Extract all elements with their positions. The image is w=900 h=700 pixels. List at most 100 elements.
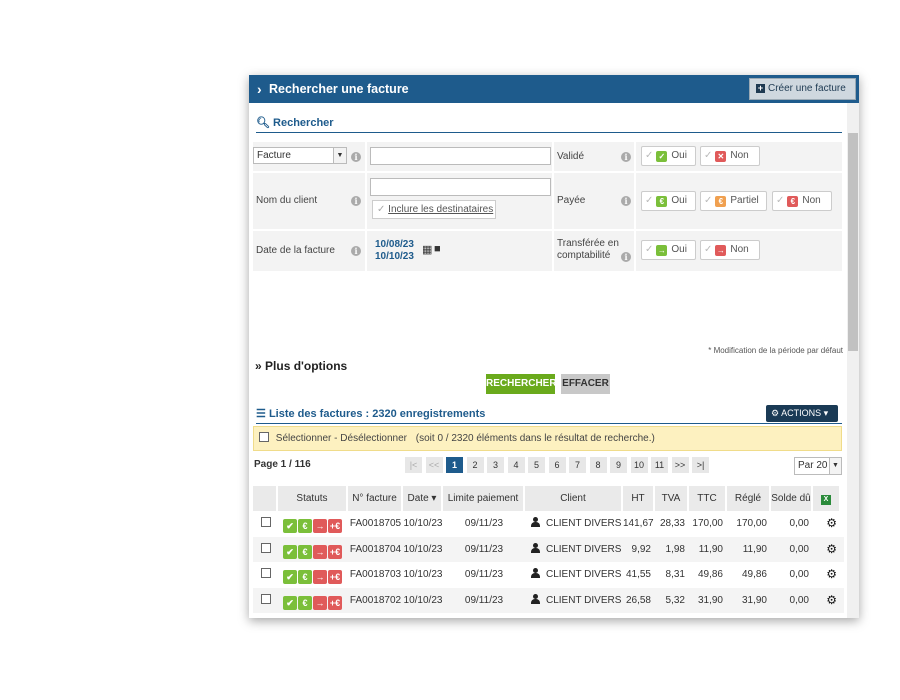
create-invoice-button[interactable]: + Créer une facture — [749, 78, 856, 100]
col-date[interactable]: Date ▾ — [403, 486, 443, 511]
date-to[interactable]: 10/10/23 — [375, 251, 414, 263]
first-page-button[interactable]: |< — [405, 457, 422, 473]
scrollbar-thumb[interactable] — [848, 133, 858, 351]
vertical-scrollbar[interactable] — [847, 103, 859, 618]
page-button-4[interactable]: 4 — [507, 457, 525, 473]
deselect-link[interactable]: Désélectionner — [340, 433, 407, 444]
page-button-2[interactable]: 2 — [466, 457, 484, 473]
page-button-9[interactable]: 9 — [610, 457, 627, 473]
validated-yes-toggle[interactable]: ✓ ✓ Oui — [641, 146, 696, 166]
per-page-value: Par 20 — [798, 460, 828, 471]
row-checkbox[interactable] — [253, 613, 278, 618]
page-button-6[interactable]: 6 — [548, 457, 566, 473]
paid-icon: € — [298, 519, 312, 533]
row-checkbox-box[interactable] — [260, 593, 271, 604]
paid-partial-toggle[interactable]: ✓ € Partiel — [700, 191, 767, 211]
col-solde[interactable]: Solde dû — [771, 486, 813, 511]
row-actions[interactable]: ⚙ — [813, 562, 841, 587]
row-checkbox[interactable] — [253, 562, 278, 587]
row-statuses: ✔€→+€ — [278, 537, 348, 562]
col-tva[interactable]: TVA — [655, 486, 689, 511]
amount-tva: 28,33 — [659, 518, 685, 529]
paid-no-toggle[interactable]: ✓ € Non — [772, 191, 832, 211]
check-square-icon: ✓ — [656, 151, 668, 162]
page-button-10[interactable]: 10 — [630, 457, 648, 473]
transfer-yes-toggle[interactable]: ✓ → Oui — [641, 240, 696, 260]
row-checkbox[interactable] — [253, 537, 278, 562]
select-all-checkbox[interactable] — [259, 432, 269, 442]
validated-icon: ✔ — [283, 570, 297, 584]
client-name-text: CLIENT DIVERS — [546, 543, 622, 555]
client-name-input[interactable] — [370, 178, 551, 196]
row-statuses: ✔€→+€ — [278, 613, 348, 618]
include-recipients-button[interactable]: ✓ Inclure les destinataires — [372, 200, 496, 219]
gear-icon[interactable]: ⚙ — [826, 542, 837, 556]
validated-no-toggle[interactable]: ✓ ✕ Non — [700, 146, 760, 166]
col-ht[interactable]: HT — [623, 486, 655, 511]
page-button-5[interactable]: 5 — [528, 457, 545, 473]
gear-icon: ⚙ — [771, 408, 780, 418]
next-page-button[interactable]: >> — [671, 457, 689, 473]
col-statuts[interactable]: Statuts — [278, 486, 348, 511]
gear-icon[interactable]: ⚙ — [826, 567, 837, 581]
page-button-3[interactable]: 3 — [487, 457, 504, 473]
more-options-toggle[interactable]: » Plus d'options — [255, 359, 347, 373]
not-transferred-icon: → — [313, 519, 327, 533]
paid-yes-toggle[interactable]: ✓ € Oui — [641, 191, 696, 211]
page-button-7[interactable]: 7 — [569, 457, 586, 473]
col-ttc[interactable]: TTC — [689, 486, 727, 511]
user-icon — [531, 593, 540, 604]
per-page-select[interactable]: Par 20 ▼ — [794, 457, 842, 475]
row-checkbox-box[interactable] — [260, 568, 271, 578]
amount-ttc: 29,50 — [689, 613, 727, 618]
search-button[interactable]: RECHERCHER — [486, 374, 557, 394]
document-type-select[interactable]: Facture ▼ — [253, 147, 347, 164]
table-row[interactable]: ✔ € → +€ FA0018702 10/10/23 09/11/23 CLIENT DIV… — [253, 587, 844, 613]
row-checkbox-box[interactable] — [260, 517, 271, 527]
info-icon: i — [621, 152, 631, 162]
date-from[interactable]: 10/08/23 — [375, 239, 414, 251]
row-actions[interactable]: ⚙ — [813, 588, 841, 613]
trash-icon[interactable]: ■ — [434, 243, 441, 255]
row-actions[interactable]: ⚙ — [813, 537, 841, 562]
document-search-input[interactable] — [370, 147, 551, 165]
euro-icon: € — [715, 196, 727, 207]
page-info: Page 1 / 116 — [254, 459, 311, 470]
row-actions[interactable]: ⚙ — [813, 511, 841, 536]
row-actions[interactable]: ⚙ — [813, 613, 841, 618]
page-button-1[interactable]: 1 — [446, 457, 463, 473]
row-checkbox-box[interactable] — [260, 542, 271, 553]
amount-ttc: 11,90 — [698, 543, 723, 555]
gear-icon[interactable]: ⚙ — [826, 516, 837, 530]
col-numero[interactable]: N° facture — [348, 486, 403, 511]
gear-icon[interactable]: ⚙ — [826, 593, 837, 607]
page-button-11[interactable]: 11 — [651, 457, 668, 473]
table-row[interactable]: ✔ € → +€ FA0018703 10/10/23 09/11/23 CLIENT DIV… — [253, 562, 844, 587]
col-client[interactable]: Client — [525, 486, 623, 511]
table-row[interactable]: ✔€→+€FA001870110/10/2309/11/23CLIENT DIV… — [253, 613, 844, 618]
actions-button[interactable]: ⚙ ACTIONS ▾ — [766, 405, 838, 422]
amount-regle: 31,90 — [741, 594, 767, 606]
last-page-button[interactable]: >| — [692, 457, 709, 473]
info-icon: i — [621, 252, 631, 262]
row-checkbox[interactable] — [253, 511, 278, 536]
invoice-date: 10/10/23 — [403, 518, 443, 529]
table-row[interactable]: ✔ € → +€ FA0018705 10/10/23 09/11/23 CLIENT DIV… — [253, 511, 844, 536]
content: 🔍︎ Rechercher Facture ▼ i Validé i ✓ ✓ Oui ✓ ✕… — [249, 103, 847, 618]
excel-export-icon[interactable]: X — [821, 495, 831, 505]
prev-page-button[interactable]: << — [425, 457, 443, 473]
form-row: Nom du client i ✓ Inclure les destinatair… — [253, 173, 844, 229]
transfer-no-toggle[interactable]: ✓ → Non — [700, 240, 760, 260]
table-row[interactable]: ✔ € → +€ FA0018704 10/10/23 09/11/23 CLIENT DIV… — [253, 536, 844, 562]
not-transferred-icon: → — [313, 570, 327, 584]
page-button-8[interactable]: 8 — [589, 457, 607, 473]
row-checkbox[interactable] — [253, 588, 278, 613]
credit-icon: +€ — [328, 519, 342, 533]
check-icon: ✓ — [704, 195, 713, 206]
select-link[interactable]: Sélectionner — [276, 433, 332, 444]
col-limite[interactable]: Limite paiement — [443, 486, 525, 511]
clear-button[interactable]: EFFACER — [561, 374, 610, 394]
calendar-icon[interactable]: ▦ — [422, 243, 432, 256]
amount-ht: 9,92 — [631, 543, 651, 555]
col-regle[interactable]: Réglé — [727, 486, 771, 511]
